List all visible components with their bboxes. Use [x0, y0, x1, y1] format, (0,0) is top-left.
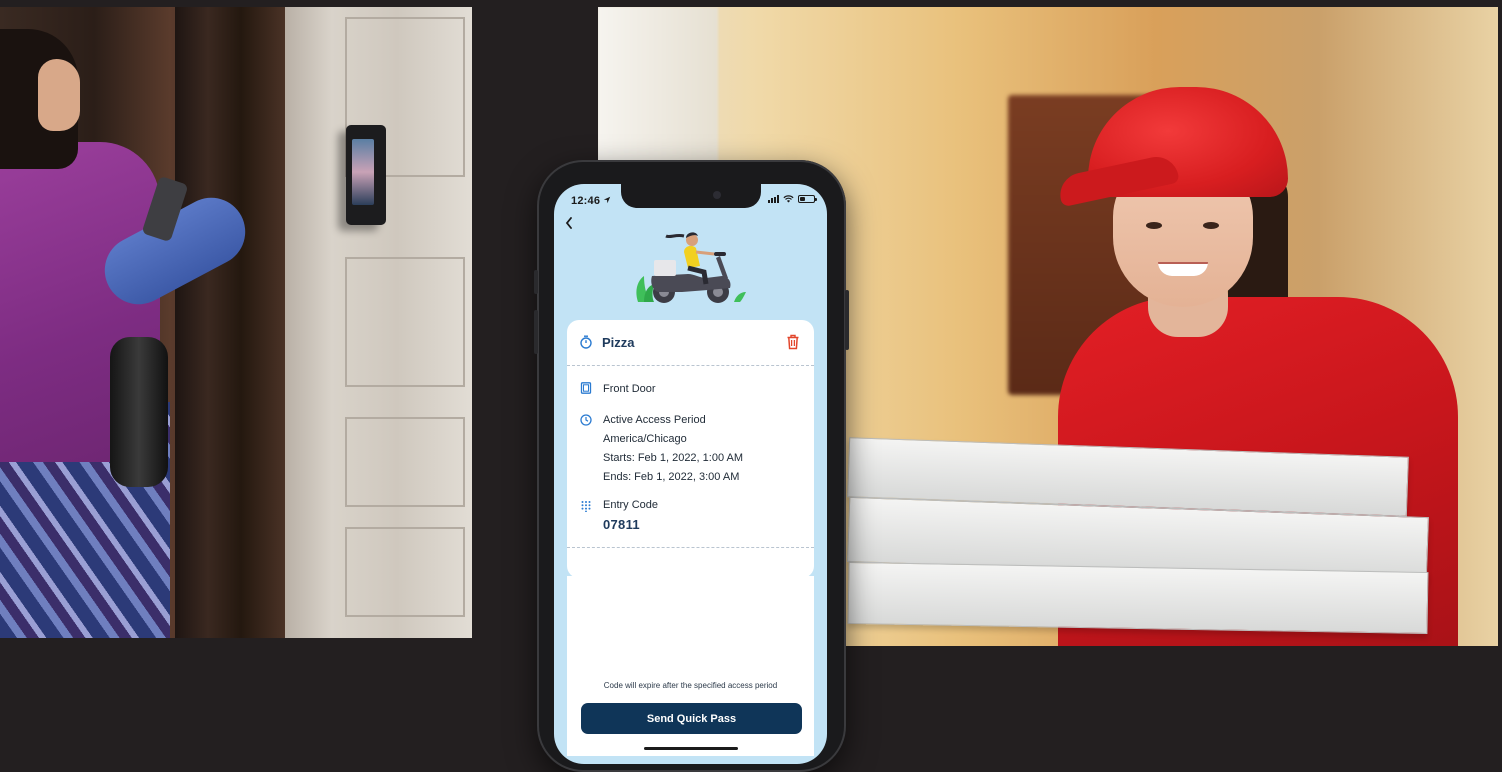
access-end: Ends: Feb 1, 2022, 3:00 AM — [603, 471, 740, 483]
wall-panel — [345, 257, 465, 387]
chevron-left-icon — [565, 217, 572, 229]
home-indicator[interactable] — [644, 747, 738, 750]
app-screen: 12:46 Pizza Front Door Active Access Per… — [554, 184, 827, 764]
door-icon — [580, 382, 592, 394]
quick-pass-card: Pizza Front Door Active Access Period Am… — [567, 320, 814, 578]
woman-figure — [0, 7, 258, 638]
wifi-icon — [783, 195, 794, 203]
access-period-label: Active Access Period — [603, 414, 706, 426]
phone-mockup: 12:46 Pizza Front Door Active Access Per… — [534, 160, 849, 772]
entry-code-label: Entry Code — [603, 499, 659, 511]
access-start: Starts: Feb 1, 2022, 1:00 AM — [603, 452, 744, 464]
timer-icon — [580, 335, 592, 349]
status-time: 12:46 — [571, 195, 611, 207]
keypad-icon — [581, 501, 591, 512]
phone-notch — [621, 184, 761, 208]
smart-entry-reader — [346, 125, 386, 225]
access-timezone: America/Chicago — [603, 433, 687, 445]
back-button[interactable] — [565, 217, 579, 233]
trash-icon[interactable] — [786, 334, 800, 350]
pass-name: Pizza — [602, 335, 635, 350]
battery-icon — [798, 195, 817, 203]
delivery-scooter-illustration — [636, 232, 746, 303]
wall-panel — [345, 527, 465, 617]
signal-icon — [768, 195, 779, 203]
card-divider — [567, 547, 814, 548]
pizza-box — [847, 561, 1429, 635]
card-header: Pizza — [567, 320, 814, 366]
wall-panel — [345, 417, 465, 507]
door-name: Front Door — [603, 383, 656, 395]
wall — [285, 7, 472, 638]
location-arrow-icon — [604, 196, 611, 204]
entry-code-value: 07811 — [603, 517, 640, 532]
send-quick-pass-button[interactable]: Send Quick Pass — [581, 703, 802, 734]
status-icons — [768, 195, 817, 203]
photo-woman-at-door — [0, 7, 472, 638]
expiry-note: Code will expire after the specified acc… — [603, 681, 778, 690]
clock-icon — [580, 414, 592, 426]
